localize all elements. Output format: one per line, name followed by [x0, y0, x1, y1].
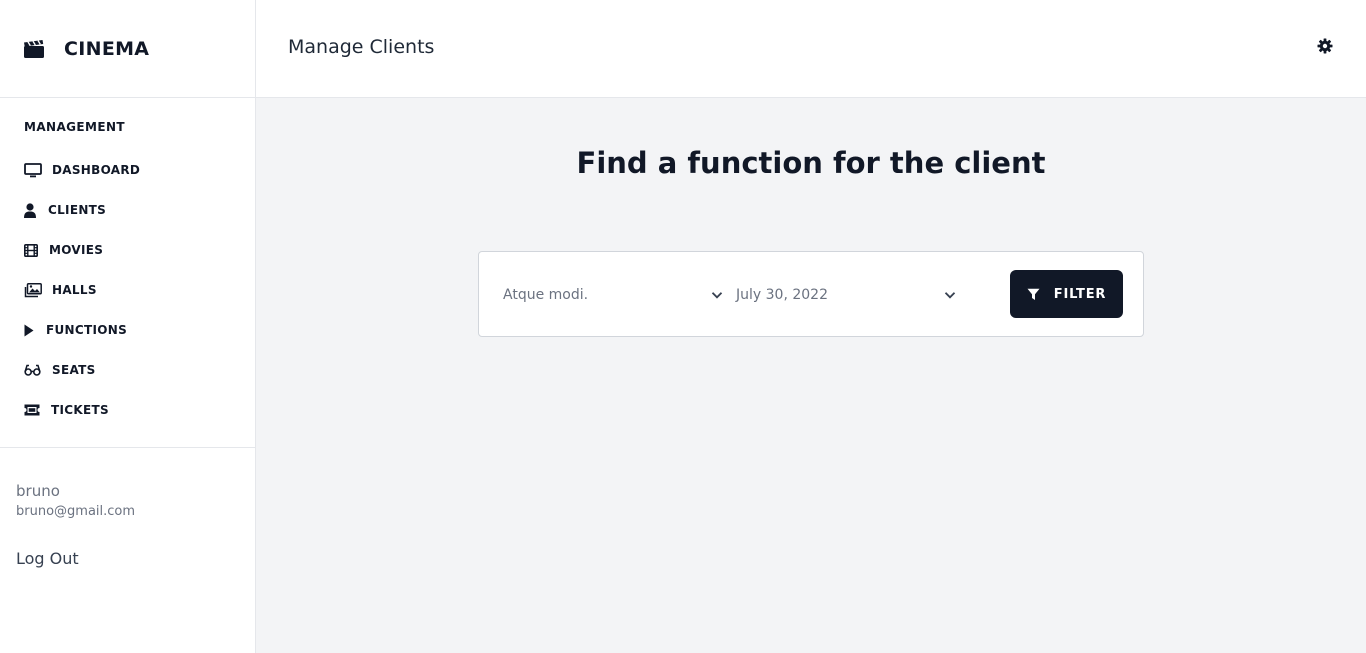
sidebar-item-label: FUNCTIONS — [46, 323, 128, 337]
ticket-icon — [24, 402, 41, 418]
glasses-icon — [24, 362, 42, 378]
sidebar-divider — [0, 447, 256, 448]
topbar: Manage Clients — [256, 0, 1366, 98]
chevron-down-icon — [711, 289, 723, 301]
images-icon — [24, 282, 42, 298]
sidebar-nav: DASHBOARD CLIENTS MOVIES HALLS FUNCTIONS… — [0, 150, 256, 430]
main-heading: Find a function for the client — [576, 146, 1046, 180]
sidebar-item-movies[interactable]: MOVIES — [0, 230, 256, 270]
monitor-icon — [24, 162, 42, 178]
filter-button[interactable]: FILTER — [1010, 270, 1123, 318]
sidebar-item-label: SEATS — [52, 363, 96, 377]
chevron-down-icon — [944, 289, 956, 301]
logout-link[interactable]: Log Out — [16, 549, 79, 568]
play-icon — [24, 322, 36, 338]
page-title: Manage Clients — [288, 36, 435, 58]
sidebar-item-label: HALLS — [52, 283, 97, 297]
brand[interactable]: CINEMA — [0, 0, 255, 98]
sidebar-item-dashboard[interactable]: DASHBOARD — [0, 150, 256, 190]
client-select[interactable]: Atque modi. — [503, 276, 723, 314]
gear-icon[interactable] — [1316, 37, 1334, 55]
sidebar-item-label: TICKETS — [51, 403, 109, 417]
clapperboard-icon — [24, 39, 44, 58]
date-select[interactable]: July 30, 2022 — [736, 276, 956, 314]
sidebar-item-clients[interactable]: CLIENTS — [0, 190, 256, 230]
sidebar-item-tickets[interactable]: TICKETS — [0, 390, 256, 430]
user-icon — [24, 202, 38, 218]
filter-card: Atque modi. July 30, 2022 FILTER — [478, 251, 1144, 337]
section-title-management: MANAGEMENT — [24, 120, 125, 134]
brand-name: CINEMA — [64, 37, 150, 60]
film-icon — [24, 242, 39, 258]
client-select-value: Atque modi. — [503, 287, 589, 303]
user-info: bruno bruno@gmail.com — [16, 482, 135, 519]
user-email: bruno@gmail.com — [16, 504, 136, 519]
date-select-value: July 30, 2022 — [736, 287, 828, 303]
sidebar-item-seats[interactable]: SEATS — [0, 350, 256, 390]
sidebar-item-functions[interactable]: FUNCTIONS — [0, 310, 256, 350]
sidebar-item-label: CLIENTS — [48, 203, 107, 217]
filter-icon — [1027, 288, 1040, 301]
filter-button-label: FILTER — [1053, 286, 1107, 302]
sidebar-item-label: DASHBOARD — [52, 163, 141, 177]
sidebar: CINEMA MANAGEMENT DASHBOARD CLIENTS MOVI… — [0, 0, 256, 653]
sidebar-item-halls[interactable]: HALLS — [0, 270, 256, 310]
user-name: bruno — [16, 482, 60, 500]
sidebar-item-label: MOVIES — [49, 243, 104, 257]
